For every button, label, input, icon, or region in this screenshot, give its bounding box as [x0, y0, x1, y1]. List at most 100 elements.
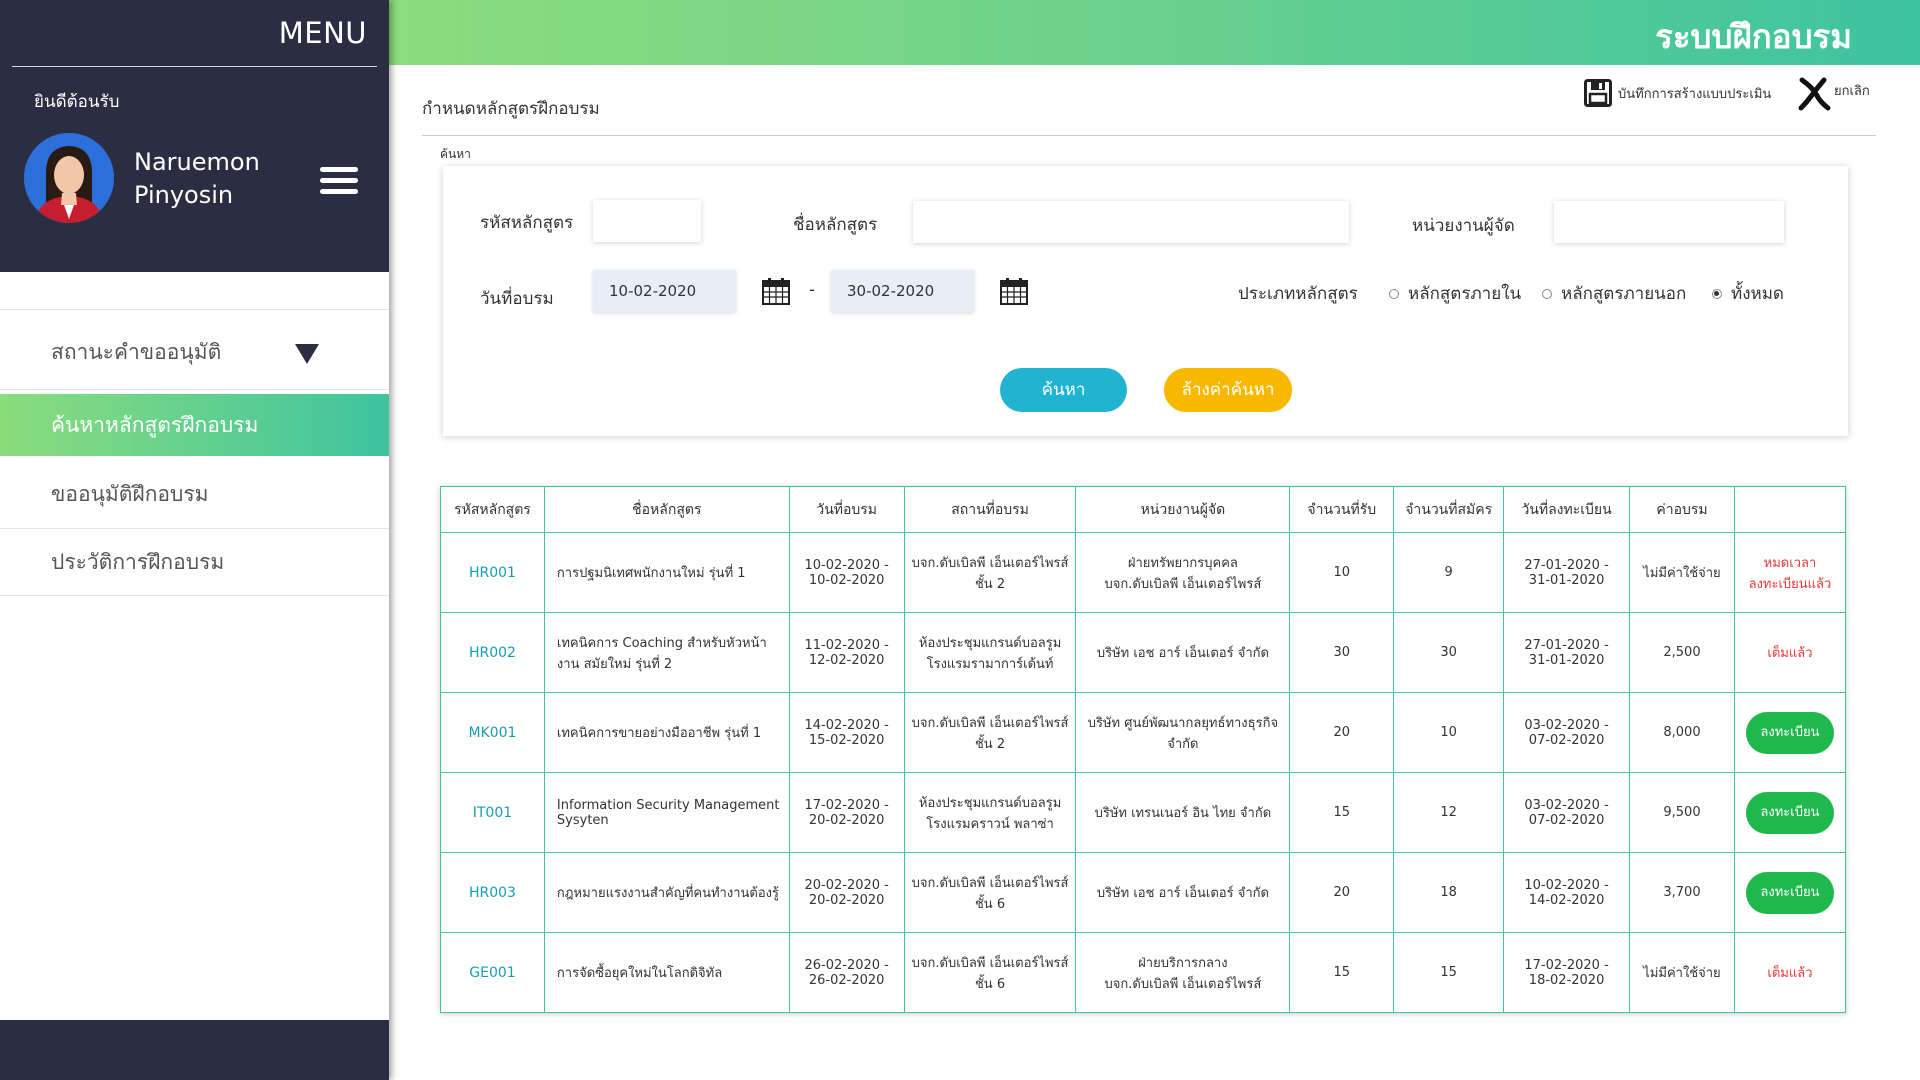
organizer-cell: ฝ่ายบริการกลาง บจก.ดับเบิลพี เอ็นเตอร์ไพร… [1075, 932, 1291, 1013]
register-button[interactable]: ลงทะเบียน [1745, 871, 1834, 914]
column-header-applied: จำนวนที่สมัคร [1393, 486, 1505, 533]
radio-label: ทั้งหมด [1731, 284, 1784, 304]
applied-cell: 18 [1393, 852, 1505, 933]
fee-cell: ไม่มีค่าใช้จ่าย [1629, 532, 1735, 613]
sidebar-item-approval-status[interactable]: สถานะคำขออนุมัติ [0, 310, 389, 390]
course-results-table: รหัสหลักสูตร ชื่อหลักสูตร วันที่อบรม สถา… [440, 486, 1847, 1013]
table-row: HR001 การปฐมนิเทศพนักงานใหม่ รุ่นที่ 1 1… [440, 532, 1847, 613]
close-icon [1798, 77, 1831, 111]
train-date-start: 26-02-2020 - [804, 957, 889, 973]
sidebar-profile-panel: MENU ยินดีต้อนรับ Naruemon Pinyosin [0, 0, 389, 272]
organizer-line: บริษัท เทรนเนอร์ อิน ไทย จำกัด [1094, 806, 1272, 821]
train-date-end: 12-02-2020 [808, 652, 885, 668]
course-code-link[interactable]: IT001 [440, 772, 545, 853]
course-code-input[interactable] [593, 200, 701, 242]
register-date-cell: 03-02-2020 -07-02-2020 [1503, 692, 1631, 773]
sidebar-item-label: ขออนุมัติฝึกอบรม [51, 482, 209, 506]
organizer-cell: ฝ่ายทรัพยากรบุคคล บจก.ดับเบิลพี เอ็นเตอร์… [1075, 532, 1291, 613]
place-line: ห้องประชุมแกรนด์บอลรูม [918, 635, 1062, 651]
chevron-down-icon [295, 344, 319, 364]
fee-cell: 8,000 [1629, 692, 1735, 773]
calendar-icon[interactable] [762, 277, 790, 305]
register-button[interactable]: ลงทะเบียน [1745, 791, 1834, 834]
date-from-input[interactable] [593, 270, 736, 312]
capacity-cell: 10 [1289, 532, 1395, 613]
hamburger-menu-icon[interactable] [320, 167, 358, 195]
place-cell: บจก.ดับเบิลพี เอ็นเตอร์ไพรส์ ชั้น 2 [903, 532, 1077, 613]
organizer-line: ฝ่ายบริการกลาง [1138, 955, 1228, 971]
train-date-end: 20-02-2020 [808, 812, 885, 828]
fee-cell: 9,500 [1629, 772, 1735, 853]
train-date-cell: 10-02-2020 -10-02-2020 [788, 532, 905, 613]
system-title: ระบบฝึกอบรม [1655, 17, 1852, 56]
table-row: HR002 เทคนิคการ Coaching สำหรับหัวหน้างา… [440, 612, 1847, 693]
course-name-cell: เทคนิคการขายอย่างมืออาชีพ รุ่นที่ 1 [543, 692, 790, 773]
fee-cell: 3,700 [1629, 852, 1735, 933]
place-line: บจก.ดับเบิลพี เอ็นเตอร์ไพรส์ [911, 715, 1069, 731]
place-line: ชั้น 6 [974, 976, 1006, 992]
train-date-start: 10-02-2020 - [804, 557, 889, 573]
place-line: บจก.ดับเบิลพี เอ็นเตอร์ไพรส์ [911, 875, 1069, 891]
train-date-end: 26-02-2020 [808, 972, 885, 988]
user-last-name: Pinyosin [134, 181, 234, 209]
capacity-cell: 30 [1289, 612, 1395, 693]
status-cell: ลงทะเบียน [1733, 852, 1847, 933]
course-code-link[interactable]: HR003 [440, 852, 545, 933]
radio-all-courses[interactable]: ทั้งหมด [1712, 280, 1784, 307]
date-to-input[interactable] [831, 270, 974, 312]
column-header-capacity: จำนวนที่รับ [1289, 486, 1395, 533]
course-code-label: รหัสหลักสูตร [480, 213, 574, 233]
column-header-status [1733, 486, 1847, 533]
capacity-cell: 15 [1289, 772, 1395, 853]
sidebar-item-training-history[interactable]: ประวัติการฝึกอบรม [0, 529, 389, 596]
organizer-input[interactable] [1554, 201, 1784, 243]
save-label: บันทึกการสร้างแบบประเมิน [1618, 86, 1772, 102]
register-date-end: 31-01-2020 [1528, 652, 1605, 668]
save-icon [1584, 79, 1612, 107]
train-date-start: 11-02-2020 - [804, 637, 889, 653]
course-code-link[interactable]: HR001 [440, 532, 545, 613]
radio-internal-course[interactable]: หลักสูตรภายใน [1389, 280, 1521, 307]
welcome-text: ยินดีต้อนรับ [34, 92, 120, 112]
radio-external-course[interactable]: หลักสูตรภายนอก [1542, 280, 1686, 307]
sidebar-item-search-course[interactable]: ค้นหาหลักสูตรฝึกอบรม [0, 394, 389, 456]
register-date-cell: 27-01-2020 -31-01-2020 [1503, 612, 1631, 693]
course-code-link[interactable]: GE001 [440, 932, 545, 1013]
column-header-name: ชื่อหลักสูตร [543, 486, 790, 533]
status-text: หมดเวลา [1763, 555, 1817, 571]
course-code-link[interactable]: MK001 [440, 692, 545, 773]
register-date-end: 14-02-2020 [1528, 892, 1605, 908]
register-button[interactable]: ลงทะเบียน [1745, 711, 1834, 754]
save-button[interactable]: บันทึกการสร้างแบบประเมิน [1584, 77, 1771, 109]
column-header-register-date: วันที่ลงทะเบียน [1503, 486, 1631, 533]
sidebar-item-label: สถานะคำขออนุมัติ [51, 340, 222, 364]
fee-cell: ไม่มีค่าใช้จ่าย [1629, 932, 1735, 1013]
train-date-cell: 20-02-2020 -20-02-2020 [788, 852, 905, 933]
train-date-cell: 14-02-2020 -15-02-2020 [788, 692, 905, 773]
register-date-end: 18-02-2020 [1528, 972, 1605, 988]
place-cell: ห้องประชุมแกรนด์บอลรูม โรงแรมรามาการ์เด้น… [903, 612, 1077, 693]
search-button[interactable]: ค้นหา [1000, 368, 1127, 412]
course-code-link[interactable]: HR002 [440, 612, 545, 693]
course-name-label: ชื่อหลักสูตร [793, 215, 878, 235]
radio-dot [1389, 288, 1399, 299]
train-date-end: 10-02-2020 [808, 572, 885, 588]
register-date-start: 27-01-2020 - [1524, 637, 1609, 653]
sidebar-footer [0, 1020, 389, 1080]
header-bar: ระบบฝึกอบรม [389, 0, 1920, 65]
organizer-line: บริษัท เอช อาร์ เอ็นเตอร์ จำกัด [1096, 886, 1269, 901]
column-header-train-date: วันที่อบรม [788, 486, 905, 533]
avatar [24, 133, 114, 223]
cancel-button[interactable]: ยกเลิก [1798, 77, 1870, 111]
capacity-cell: 15 [1289, 932, 1395, 1013]
date-separator: - [809, 280, 816, 300]
calendar-icon[interactable] [1000, 277, 1028, 305]
divider [12, 66, 377, 67]
place-line: ชั้น 2 [974, 576, 1006, 592]
register-date-cell: 03-02-2020 -07-02-2020 [1503, 772, 1631, 853]
sidebar-item-request-training[interactable]: ขออนุมัติฝึกอบรม [0, 461, 389, 529]
organizer-cell: บริษัท ศูนย์พัฒนากลยุทธ์ทางธุรกิจ จำกัด [1075, 692, 1291, 773]
organizer-line: ฝ่ายทรัพยากรบุคคล [1127, 555, 1238, 571]
clear-search-button[interactable]: ล้างค่าค้นหา [1164, 368, 1292, 412]
course-name-input[interactable] [913, 201, 1349, 243]
